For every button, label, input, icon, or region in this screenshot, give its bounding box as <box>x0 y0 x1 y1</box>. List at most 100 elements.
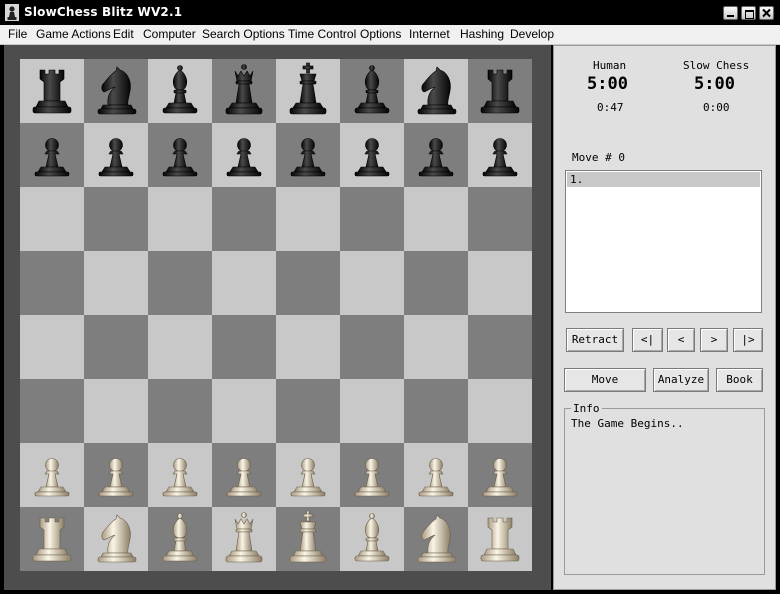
square-a3[interactable] <box>20 379 84 443</box>
square-b5[interactable] <box>84 251 148 315</box>
square-g5[interactable] <box>404 251 468 315</box>
square-g8[interactable] <box>404 59 468 123</box>
black-bishop-icon[interactable] <box>340 59 404 123</box>
square-e6[interactable] <box>276 187 340 251</box>
black-pawn-icon[interactable] <box>148 123 212 187</box>
square-e4[interactable] <box>276 315 340 379</box>
square-d6[interactable] <box>212 187 276 251</box>
list-item[interactable]: 1. <box>567 172 760 187</box>
square-h8[interactable] <box>468 59 532 123</box>
square-d7[interactable] <box>212 123 276 187</box>
square-h5[interactable] <box>468 251 532 315</box>
white-knight-icon[interactable] <box>404 507 468 571</box>
white-bishop-icon[interactable] <box>340 507 404 571</box>
square-g1[interactable] <box>404 507 468 571</box>
black-pawn-icon[interactable] <box>20 123 84 187</box>
menu-internet[interactable]: Internet <box>409 27 450 41</box>
square-h6[interactable] <box>468 187 532 251</box>
white-knight-icon[interactable] <box>84 507 148 571</box>
black-king-icon[interactable] <box>276 59 340 123</box>
white-king-icon[interactable] <box>276 507 340 571</box>
square-e2[interactable] <box>276 443 340 507</box>
white-rook-icon[interactable] <box>468 507 532 571</box>
square-a8[interactable] <box>20 59 84 123</box>
square-g3[interactable] <box>404 379 468 443</box>
black-queen-icon[interactable] <box>212 59 276 123</box>
square-e7[interactable] <box>276 123 340 187</box>
square-g4[interactable] <box>404 315 468 379</box>
black-pawn-icon[interactable] <box>276 123 340 187</box>
square-a4[interactable] <box>20 315 84 379</box>
last-move-button[interactable]: |> <box>733 328 763 352</box>
black-pawn-icon[interactable] <box>340 123 404 187</box>
square-f4[interactable] <box>340 315 404 379</box>
white-bishop-icon[interactable] <box>148 507 212 571</box>
square-c7[interactable] <box>148 123 212 187</box>
square-b6[interactable] <box>84 187 148 251</box>
square-c4[interactable] <box>148 315 212 379</box>
square-b2[interactable] <box>84 443 148 507</box>
white-pawn-icon[interactable] <box>276 443 340 507</box>
square-d2[interactable] <box>212 443 276 507</box>
black-bishop-icon[interactable] <box>148 59 212 123</box>
square-d3[interactable] <box>212 379 276 443</box>
black-pawn-icon[interactable] <box>212 123 276 187</box>
square-f6[interactable] <box>340 187 404 251</box>
white-pawn-icon[interactable] <box>468 443 532 507</box>
square-g6[interactable] <box>404 187 468 251</box>
black-rook-icon[interactable] <box>468 59 532 123</box>
menu-edit[interactable]: Edit <box>113 27 134 41</box>
square-a5[interactable] <box>20 251 84 315</box>
white-pawn-icon[interactable] <box>340 443 404 507</box>
square-d8[interactable] <box>212 59 276 123</box>
square-d1[interactable] <box>212 507 276 571</box>
square-h7[interactable] <box>468 123 532 187</box>
square-c6[interactable] <box>148 187 212 251</box>
black-pawn-icon[interactable] <box>404 123 468 187</box>
square-f3[interactable] <box>340 379 404 443</box>
square-f7[interactable] <box>340 123 404 187</box>
minimize-button[interactable] <box>723 6 738 20</box>
square-h4[interactable] <box>468 315 532 379</box>
menu-hashing[interactable]: Hashing <box>460 27 504 41</box>
square-h1[interactable] <box>468 507 532 571</box>
white-pawn-icon[interactable] <box>84 443 148 507</box>
white-rook-icon[interactable] <box>20 507 84 571</box>
square-e1[interactable] <box>276 507 340 571</box>
square-b1[interactable] <box>84 507 148 571</box>
book-button[interactable]: Book <box>716 368 763 392</box>
square-b4[interactable] <box>84 315 148 379</box>
retract-button[interactable]: Retract <box>566 328 624 352</box>
menu-search-options[interactable]: Search Options <box>202 27 285 41</box>
square-f2[interactable] <box>340 443 404 507</box>
menu-computer[interactable]: Computer <box>143 27 196 41</box>
square-f1[interactable] <box>340 507 404 571</box>
square-b8[interactable] <box>84 59 148 123</box>
analyze-button[interactable]: Analyze <box>653 368 709 392</box>
square-c5[interactable] <box>148 251 212 315</box>
maximize-button[interactable] <box>741 6 756 20</box>
first-move-button[interactable]: <| <box>632 328 663 352</box>
square-d4[interactable] <box>212 315 276 379</box>
square-a6[interactable] <box>20 187 84 251</box>
square-h3[interactable] <box>468 379 532 443</box>
chess-board[interactable] <box>20 59 532 571</box>
square-a2[interactable] <box>20 443 84 507</box>
black-pawn-icon[interactable] <box>468 123 532 187</box>
square-e8[interactable] <box>276 59 340 123</box>
prev-move-button[interactable]: < <box>667 328 695 352</box>
square-g7[interactable] <box>404 123 468 187</box>
menu-options[interactable]: Options <box>360 27 401 41</box>
square-c8[interactable] <box>148 59 212 123</box>
menu-file[interactable]: File <box>8 27 27 41</box>
square-d5[interactable] <box>212 251 276 315</box>
white-pawn-icon[interactable] <box>20 443 84 507</box>
menu-game-actions[interactable]: Game Actions <box>36 27 111 41</box>
black-knight-icon[interactable] <box>404 59 468 123</box>
close-button[interactable] <box>759 6 774 20</box>
menu-time-control[interactable]: Time Control <box>288 27 356 41</box>
square-f5[interactable] <box>340 251 404 315</box>
square-a7[interactable] <box>20 123 84 187</box>
black-rook-icon[interactable] <box>20 59 84 123</box>
move-button[interactable]: Move <box>564 368 646 392</box>
